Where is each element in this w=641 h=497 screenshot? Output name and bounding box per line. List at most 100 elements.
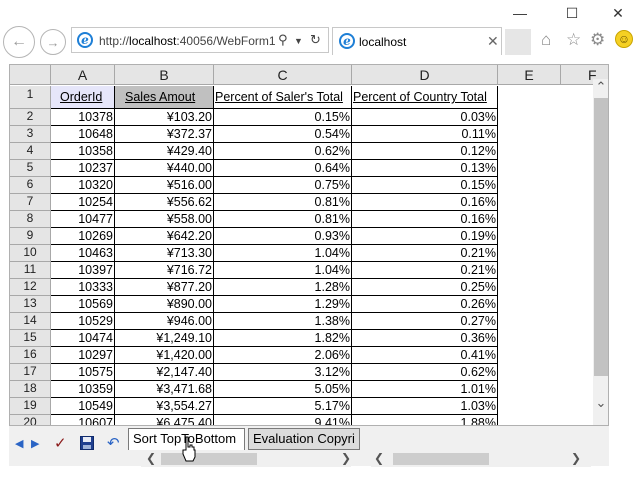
cell-orderid[interactable]: 10320 [51,177,115,194]
sheet-tab-evaluation[interactable]: Evaluation Copyri [248,428,360,450]
cell-percent-saler[interactable]: 0.62% [214,143,352,160]
cell-percent-saler[interactable]: 5.05% [214,381,352,398]
cell-percent-saler[interactable]: 1.29% [214,296,352,313]
maximize-button[interactable]: ☐ [549,2,595,24]
row-header[interactable]: 9 [10,228,51,245]
horizontal-scroll-thumb[interactable] [393,453,489,465]
cell-percent-saler[interactable]: 0.81% [214,211,352,228]
spreadsheet-grid[interactable]: A B C D E F 1 OrderId Sales Amout Percen… [9,64,609,466]
home-icon[interactable]: ⌂ [541,30,551,50]
cell-sales-amount[interactable]: ¥3,554.27 [115,398,214,415]
scroll-right-icon[interactable]: ❯ [341,451,351,465]
row-header[interactable]: 12 [10,279,51,296]
cell-orderid[interactable]: 10529 [51,313,115,330]
cell-sales-amount[interactable]: ¥429.40 [115,143,214,160]
cell-percent-saler[interactable]: 1.82% [214,330,352,347]
cell-orderid[interactable]: 10569 [51,296,115,313]
row-header[interactable]: 13 [10,296,51,313]
cell-percent-saler[interactable]: 1.04% [214,245,352,262]
cell-percent-country[interactable]: 0.16% [352,194,498,211]
scroll-down-icon[interactable]: ⌄ [593,395,608,411]
row-header[interactable]: 5 [10,160,51,177]
cell-sales-amount[interactable]: ¥556.62 [115,194,214,211]
forward-button[interactable]: → [40,29,66,55]
row-header[interactable]: 14 [10,313,51,330]
select-all-corner[interactable] [10,65,51,85]
cell-sales-amount[interactable]: ¥440.00 [115,160,214,177]
tab-scroll-thumb[interactable] [161,453,257,465]
address-bar[interactable]: e http://localhost:40056/WebForm1 ⚲ ▼ ↻ [71,27,329,53]
nav-next-icon[interactable]: ▶ [31,437,39,450]
row-header[interactable]: 15 [10,330,51,347]
cell-orderid[interactable]: 10575 [51,364,115,381]
scroll-left-icon[interactable]: ❮ [146,451,156,465]
cell-percent-country[interactable]: 0.16% [352,211,498,228]
cell-percent-country[interactable]: 1.03% [352,398,498,415]
cell-sales-amount[interactable]: ¥877.20 [115,279,214,296]
close-window-button[interactable]: ✕ [595,2,641,24]
row-header[interactable]: 2 [10,109,51,126]
cell-sales-amount[interactable]: ¥890.00 [115,296,214,313]
cell-percent-country[interactable]: 0.62% [352,364,498,381]
cell-sales-amount[interactable]: ¥3,471.68 [115,381,214,398]
cell-percent-country[interactable]: 0.19% [352,228,498,245]
cell-percent-saler[interactable]: 0.64% [214,160,352,177]
cell-orderid[interactable]: 10378 [51,109,115,126]
cell-orderid[interactable]: 10549 [51,398,115,415]
checkmark-icon[interactable]: ✓ [54,434,67,452]
scroll-up-icon[interactable]: ⌃ [593,79,608,95]
row-header[interactable]: 10 [10,245,51,262]
row-header[interactable]: 8 [10,211,51,228]
row-header[interactable]: 19 [10,398,51,415]
column-header-d[interactable]: D [352,65,498,85]
cell-orderid[interactable]: 10269 [51,228,115,245]
cell-percent-country[interactable]: 1.01% [352,381,498,398]
cell-percent-country[interactable]: 0.41% [352,347,498,364]
header-sales-amount[interactable]: Sales Amout [115,86,214,109]
hscroll-right-icon[interactable]: ❯ [571,451,581,465]
close-tab-icon[interactable]: ✕ [487,33,499,50]
cell-sales-amount[interactable]: ¥713.30 [115,245,214,262]
vertical-scroll-thumb[interactable] [594,98,608,376]
row-header[interactable]: 16 [10,347,51,364]
cell-orderid[interactable]: 10463 [51,245,115,262]
row-header[interactable]: 3 [10,126,51,143]
cell-percent-saler[interactable]: 5.17% [214,398,352,415]
url-text[interactable]: http://localhost:40056/WebForm1 [99,34,275,48]
feedback-smiley-icon[interactable]: ☺ [615,30,633,48]
cell-percent-saler[interactable]: 0.54% [214,126,352,143]
cell-sales-amount[interactable]: ¥1,249.10 [115,330,214,347]
cell-sales-amount[interactable]: ¥558.00 [115,211,214,228]
column-header-a[interactable]: A [51,65,115,85]
cell-orderid[interactable]: 10254 [51,194,115,211]
header-percent-saler-total[interactable]: Percent of Saler's Total [214,86,352,109]
header-orderid[interactable]: OrderId [51,86,115,109]
new-tab-button[interactable] [505,29,531,55]
cell-orderid[interactable]: 10358 [51,143,115,160]
hscroll-left-icon[interactable]: ❮ [374,451,384,465]
save-icon[interactable] [80,436,94,450]
cell-percent-country[interactable]: 0.12% [352,143,498,160]
cell-percent-country[interactable]: 0.21% [352,262,498,279]
cell-percent-country[interactable]: 0.21% [352,245,498,262]
cell-percent-saler[interactable]: 3.12% [214,364,352,381]
horizontal-scrollbar[interactable]: ❮ ❯ [371,451,591,467]
cell-percent-country[interactable]: 0.11% [352,126,498,143]
row-header[interactable]: 18 [10,381,51,398]
vertical-scrollbar[interactable]: ⌃ ⌄ [593,79,608,429]
cell-percent-saler[interactable]: 0.75% [214,177,352,194]
cell-percent-saler[interactable]: 1.38% [214,313,352,330]
cell-orderid[interactable]: 10477 [51,211,115,228]
undo-icon[interactable]: ↶ [107,434,120,452]
cell-sales-amount[interactable]: ¥516.00 [115,177,214,194]
cell-orderid[interactable]: 10474 [51,330,115,347]
cell-sales-amount[interactable]: ¥1,420.00 [115,347,214,364]
back-button[interactable]: ← [3,26,35,58]
row-header[interactable]: 11 [10,262,51,279]
cell-orderid[interactable]: 10397 [51,262,115,279]
cell-orderid[interactable]: 10333 [51,279,115,296]
row-header[interactable]: 6 [10,177,51,194]
refresh-icon[interactable]: ↻ [310,32,321,48]
cell-orderid[interactable]: 10648 [51,126,115,143]
minimize-button[interactable]: — [497,2,543,24]
